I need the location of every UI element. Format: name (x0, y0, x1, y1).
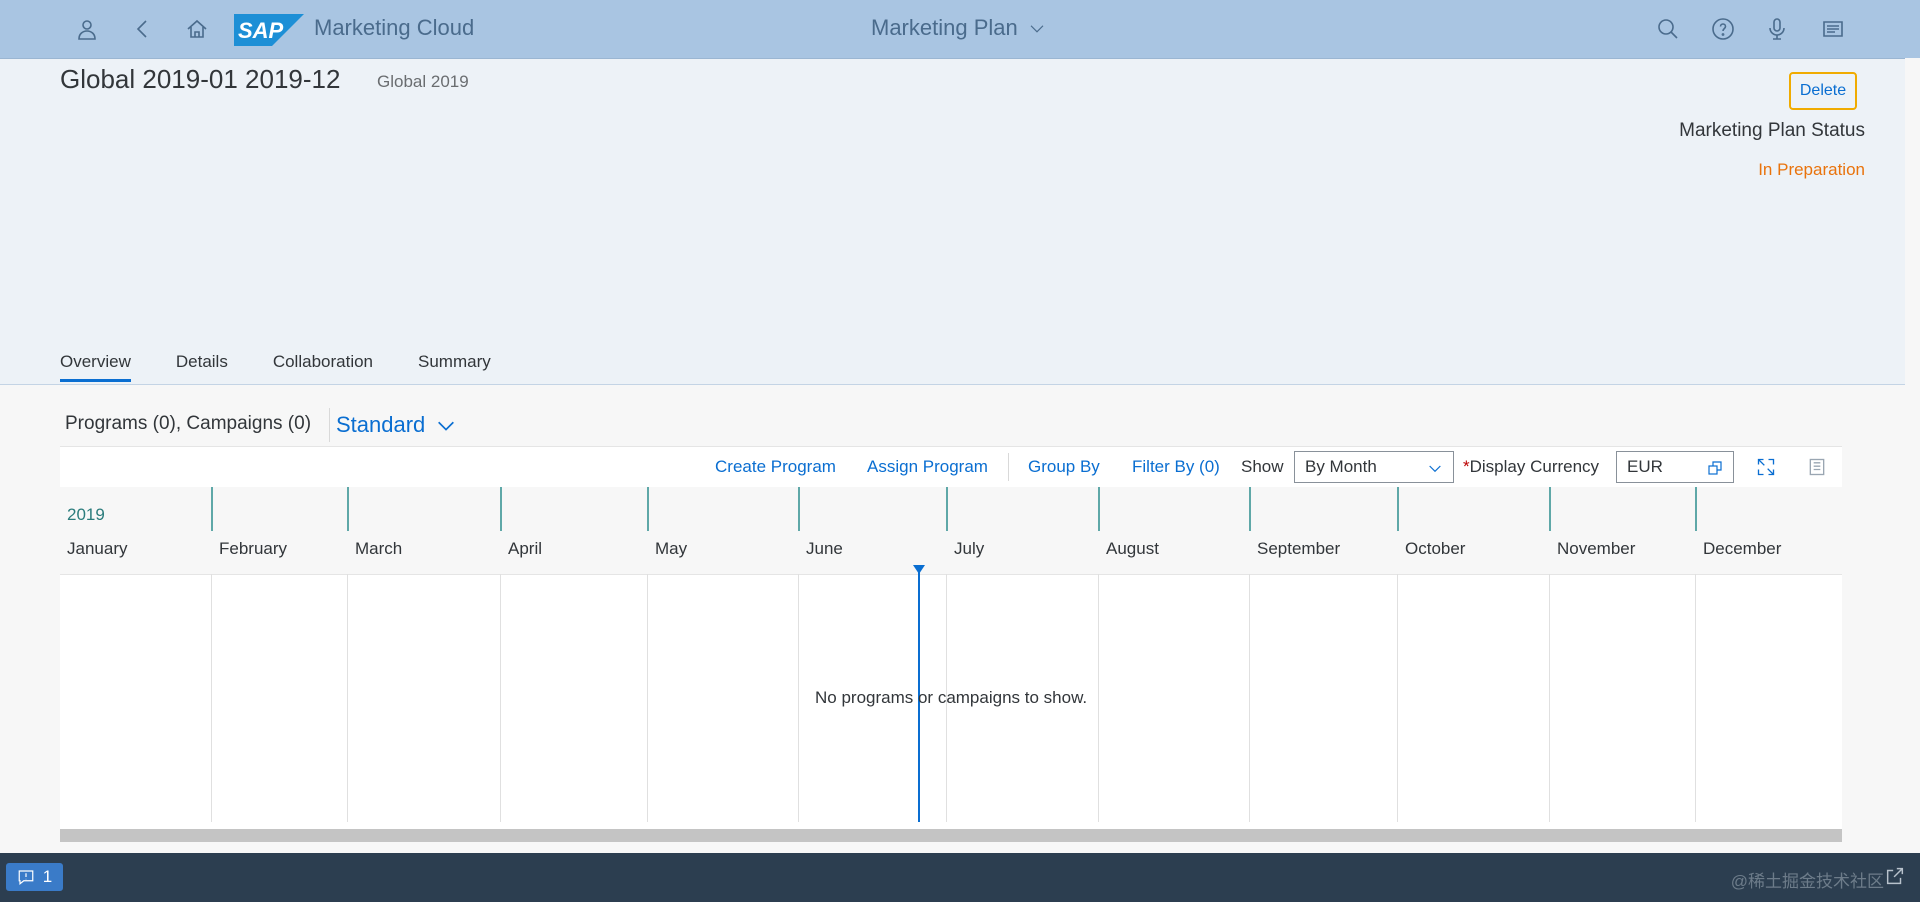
currency-input[interactable]: EUR (1616, 451, 1734, 483)
month-divider (1695, 487, 1697, 531)
grid-line (647, 574, 648, 822)
timeline-chart: 2019 January February March April May Ju… (60, 487, 1842, 842)
month-divider (798, 487, 800, 531)
status-value: In Preparation (1758, 160, 1865, 179)
grid-line (1549, 574, 1550, 822)
variant-label: Standard (336, 412, 426, 437)
message-icon (18, 870, 34, 885)
timeline-header: 2019 January February March April May Ju… (60, 487, 1842, 575)
empty-message: No programs or campaigns to show. (815, 688, 1088, 707)
filter-by-button[interactable]: Filter By (0) (1132, 457, 1220, 477)
month-divider (1549, 487, 1551, 531)
show-label: Show (1241, 457, 1284, 476)
month-divider (347, 487, 349, 531)
variant-selector[interactable]: Standard (329, 408, 457, 442)
page-title: Global 2019-01 2019-12 (60, 64, 341, 94)
page-subtitle: Global 2019 (377, 72, 469, 91)
grid-line (347, 574, 348, 822)
notifications-icon[interactable] (1818, 14, 1848, 44)
app-title-menu[interactable]: Marketing Plan (871, 15, 1046, 41)
grid-line (1249, 574, 1250, 822)
grid-line (1695, 574, 1696, 822)
footer-bar: 1 @稀土掘金技术社区 (0, 853, 1920, 902)
delete-button[interactable]: Delete (1789, 72, 1857, 110)
display-currency-label: *Display Currency (1463, 457, 1599, 477)
grid-line (211, 574, 212, 822)
currency-input-value: EUR (1627, 457, 1663, 476)
tab-overview[interactable]: Overview (60, 352, 131, 382)
share-icon[interactable] (1884, 865, 1908, 889)
grid-line (1098, 574, 1099, 822)
vertical-scrollbar[interactable] (1905, 58, 1920, 853)
tab-collaboration[interactable]: Collaboration (273, 352, 373, 382)
assign-program-button[interactable]: Assign Program (867, 457, 988, 477)
display-currency-text: Display Currency (1469, 457, 1600, 476)
message-count: 1 (42, 867, 53, 886)
month-august: August (1106, 539, 1159, 558)
month-divider (1098, 487, 1100, 531)
toolbar-separator (1008, 453, 1009, 481)
month-may: May (655, 539, 688, 558)
message-popover-button[interactable]: 1 (6, 863, 63, 891)
search-icon[interactable] (1653, 14, 1683, 44)
tab-summary[interactable]: Summary (418, 352, 491, 382)
grid-line (1397, 574, 1398, 822)
month-divider (1397, 487, 1399, 531)
create-program-button[interactable]: Create Program (715, 457, 836, 477)
home-icon[interactable] (182, 14, 212, 44)
show-select[interactable]: By Month (1294, 451, 1454, 483)
settings-list-icon[interactable] (1804, 454, 1830, 480)
month-divider (1249, 487, 1251, 531)
horizontal-scrollbar[interactable] (60, 829, 1842, 842)
timeline-year: 2019 (67, 505, 105, 524)
grid-line (500, 574, 501, 822)
user-icon[interactable] (72, 14, 102, 44)
month-march: March (355, 539, 403, 558)
month-november: November (1557, 539, 1636, 558)
month-april: April (508, 539, 543, 558)
month-december: December (1703, 539, 1782, 558)
section-title: Programs (0), Campaigns (0) (65, 413, 312, 434)
month-february: February (219, 539, 288, 558)
chevron-down-icon (438, 421, 455, 431)
help-icon[interactable] (1708, 14, 1738, 44)
chevron-down-icon (1429, 465, 1441, 473)
tab-details[interactable]: Details (176, 352, 228, 382)
microphone-icon[interactable] (1762, 14, 1792, 44)
timeline-toolbar: Create Program Assign Program Group By F… (60, 446, 1842, 488)
month-october: October (1405, 539, 1466, 558)
required-marker: * (1463, 457, 1470, 476)
group-by-button[interactable]: Group By (1028, 457, 1100, 477)
show-select-value: By Month (1305, 457, 1377, 476)
shell-bar: SAP Marketing Cloud Marketing Plan (0, 0, 1920, 59)
sap-logo[interactable]: SAP (234, 14, 304, 46)
month-january: January (67, 539, 128, 558)
watermark: @稀土掘金技术社区 (1730, 872, 1884, 891)
chevron-down-icon (1030, 25, 1044, 33)
fullscreen-icon[interactable] (1753, 454, 1779, 480)
month-divider (946, 487, 948, 531)
month-divider (500, 487, 502, 531)
grid-line (798, 574, 799, 822)
back-icon[interactable] (128, 14, 158, 44)
month-june: June (806, 539, 843, 558)
month-divider (647, 487, 649, 531)
value-help-icon[interactable] (1707, 460, 1723, 476)
status-label: Marketing Plan Status (1679, 120, 1865, 141)
month-july: July (954, 539, 985, 558)
sap-logo-text: SAP (238, 18, 284, 43)
tab-bar: Overview Details Collaboration Summary (60, 352, 491, 382)
app-title-text: Marketing Plan (871, 15, 1018, 40)
app-name: Marketing Cloud (314, 15, 475, 40)
month-divider (211, 487, 213, 531)
month-september: September (1257, 539, 1341, 558)
